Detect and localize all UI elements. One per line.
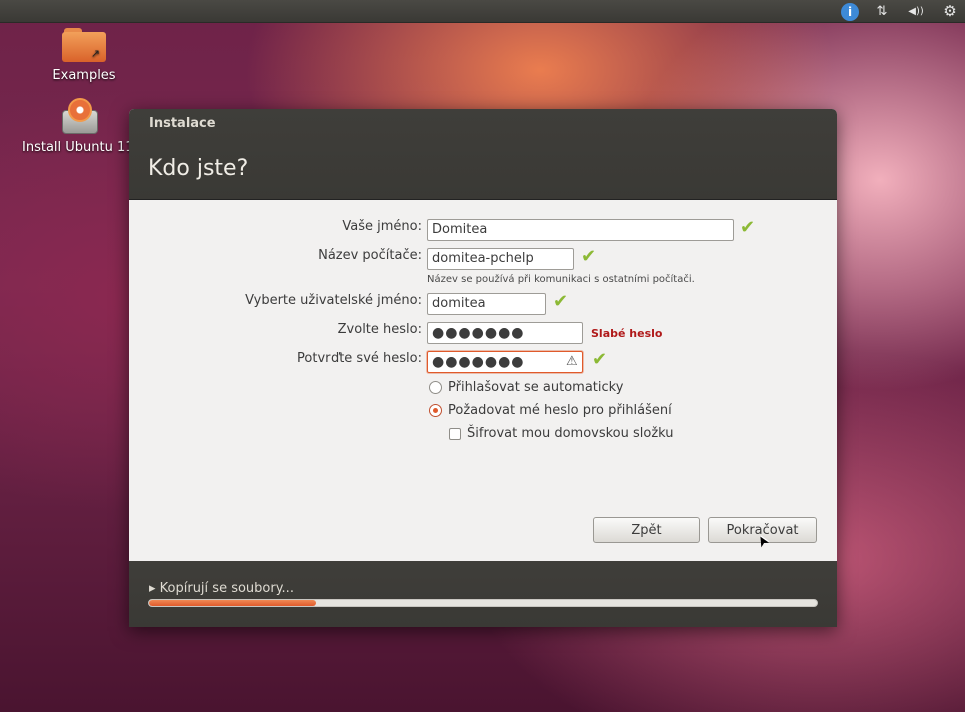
installer-icon: [58, 96, 102, 136]
require-password-label: Požadovat mé heslo pro přihlášení: [448, 403, 672, 418]
name-label: Vaše jméno:: [342, 219, 422, 234]
installer-window: Instalace Kdo jste? Vaše jméno: Domitea …: [129, 109, 837, 627]
username-label: Vyberte uživatelské jméno:: [245, 293, 422, 308]
password-strength-label: Slabé heslo: [591, 327, 663, 340]
window-header: Instalace Kdo jste?: [129, 109, 837, 200]
copy-progress-fill: [149, 600, 316, 606]
name-field[interactable]: Domitea: [427, 219, 734, 241]
desktop-icon-examples[interactable]: ↗ Examples: [48, 28, 120, 83]
require-password-option[interactable]: Požadovat mé heslo pro přihlášení: [429, 403, 672, 418]
password-field[interactable]: ●●●●●●●: [427, 322, 583, 344]
desktop-icon-label: Examples: [52, 68, 116, 83]
require-password-radio[interactable]: [429, 404, 442, 417]
network-icon[interactable]: ⇅: [873, 0, 891, 23]
copy-progress-bar: [148, 599, 818, 607]
confirm-password-label: Potvrďte své heslo:: [297, 351, 422, 366]
encrypt-home-label: Šifrovat mou domovskou složku: [467, 426, 674, 441]
progress-footer: ▸ Kopírují se soubory...: [129, 561, 837, 627]
copy-status-expander[interactable]: ▸ Kopírují se soubory...: [149, 581, 294, 596]
auto-login-option[interactable]: Přihlašovat se automaticky: [429, 380, 623, 395]
top-panel: i ⇅ ◀)) ⚙: [0, 0, 965, 23]
encrypt-home-checkbox[interactable]: [449, 427, 461, 440]
computer-name-hint: Název se používá při komunikaci s ostatn…: [427, 274, 695, 285]
name-valid-check-icon: ✔: [740, 217, 756, 238]
desktop-icon-install[interactable]: Install Ubuntu 11.: [18, 96, 136, 155]
system-tray: i ⇅ ◀)) ⚙: [841, 0, 959, 23]
desktop-icon-label: Install Ubuntu 11.: [22, 140, 134, 155]
confirm-valid-check-icon: ✔: [592, 349, 608, 370]
folder-icon: ↗: [62, 28, 106, 62]
username-field[interactable]: domitea: [427, 293, 546, 315]
page-title: Kdo jste?: [148, 156, 249, 181]
warning-icon: ⚠: [566, 354, 578, 369]
computer-name-label: Název počítače:: [318, 248, 422, 263]
password-label: Zvolte heslo:: [337, 322, 422, 337]
user-form: Vaše jméno: Domitea ✔ Název počítače: do…: [129, 201, 837, 561]
back-button[interactable]: Zpět: [593, 517, 700, 543]
system-gear-icon[interactable]: ⚙: [941, 0, 959, 23]
encrypt-home-option[interactable]: Šifrovat mou domovskou složku: [449, 426, 674, 441]
window-title: Instalace: [149, 116, 216, 131]
username-valid-check-icon: ✔: [553, 291, 569, 312]
computer-name-field[interactable]: domitea-pchelp: [427, 248, 574, 270]
computer-valid-check-icon: ✔: [581, 246, 597, 267]
volume-icon[interactable]: ◀)): [905, 0, 927, 23]
accessibility-icon[interactable]: i: [841, 2, 859, 21]
confirm-password-field[interactable]: ●●●●●●●: [427, 351, 583, 373]
auto-login-label: Přihlašovat se automaticky: [448, 380, 624, 395]
auto-login-radio[interactable]: [429, 381, 442, 394]
